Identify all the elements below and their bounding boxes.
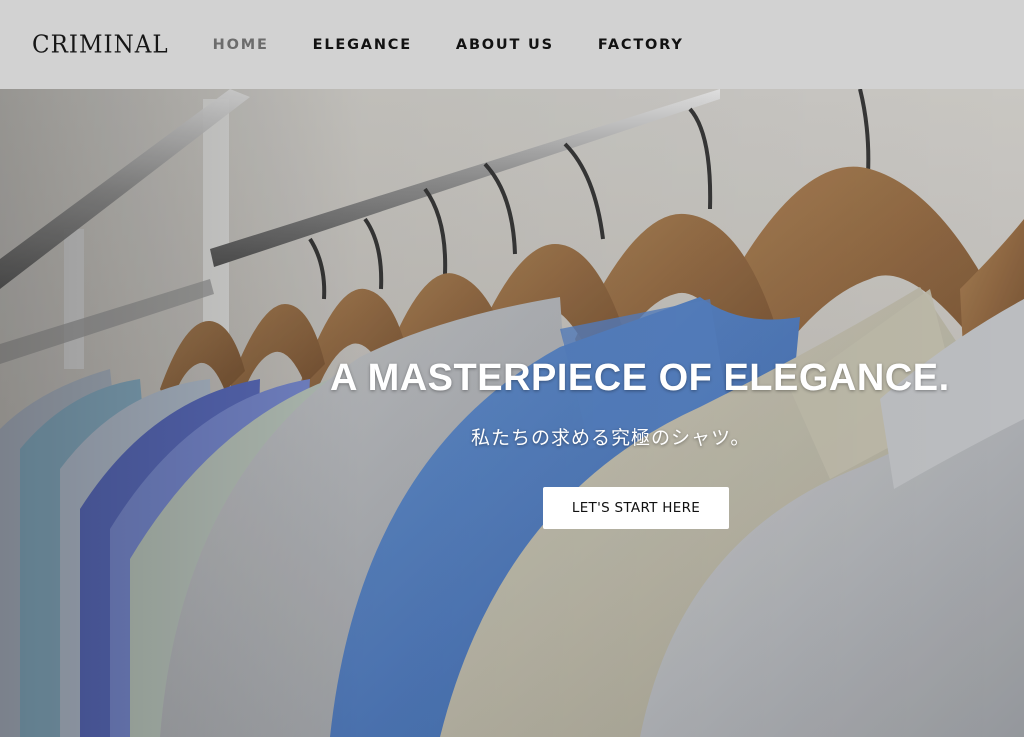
hero-section: A MASTERPIECE OF ELEGANCE. 私たちの求める究極のシャツ… (0, 89, 1024, 737)
nav-elegance[interactable]: ELEGANCE (313, 37, 412, 53)
hero-background-image (0, 89, 1024, 737)
nav-home[interactable]: HOME (213, 37, 269, 53)
hero-subtitle: 私たちの求める究極のシャツ。 (471, 427, 751, 449)
main-nav: HOME ELEGANCE ABOUT US FACTORY (191, 37, 706, 53)
nav-factory[interactable]: FACTORY (598, 37, 684, 53)
nav-about-us[interactable]: ABOUT US (456, 37, 554, 53)
site-header: CRIMINAL HOME ELEGANCE ABOUT US FACTORY (0, 0, 1024, 89)
site-logo[interactable]: CRIMINAL (32, 31, 169, 58)
hero-title: A MASTERPIECE OF ELEGANCE. (330, 357, 950, 399)
start-here-button[interactable]: LET'S START HERE (543, 487, 729, 529)
